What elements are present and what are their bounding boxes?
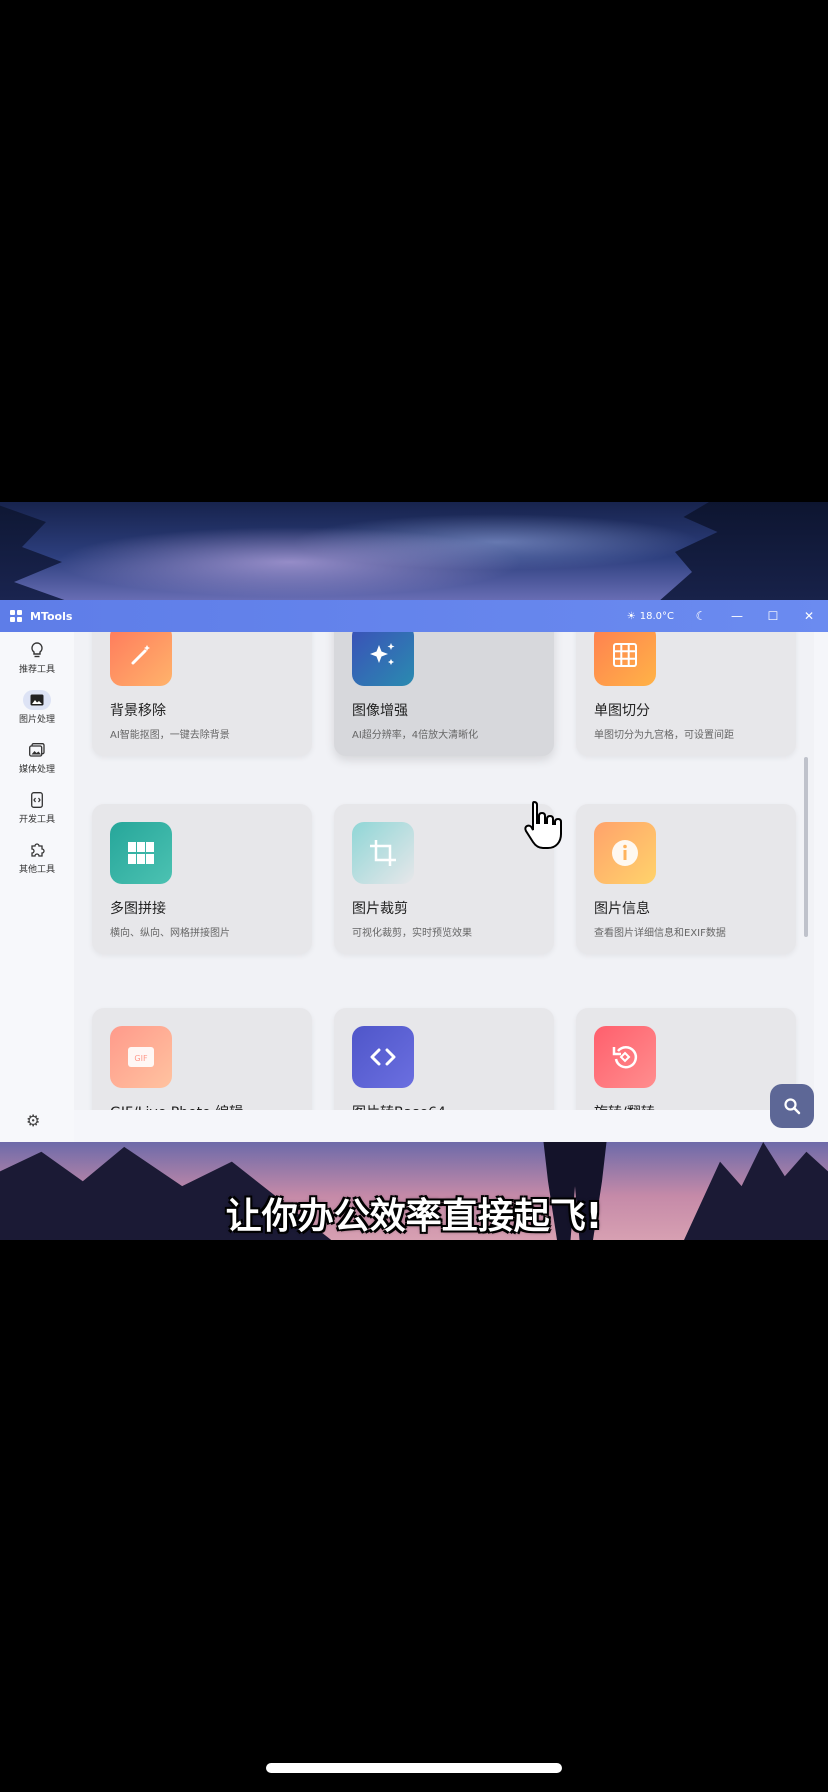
- tool-card-image-enhance[interactable]: 图像增强 AI超分辨率，4倍放大清晰化: [334, 632, 554, 756]
- app-title: MTools: [30, 609, 73, 623]
- hand-pointer-cursor-icon: [524, 800, 562, 849]
- card-title: 图片转Base64: [352, 1102, 446, 1110]
- card-description: AI超分辨率，4倍放大清晰化: [352, 730, 479, 741]
- code-device-icon: [23, 790, 51, 810]
- sidebar-item-label: 媒体处理: [18, 764, 55, 775]
- minimize-button[interactable]: —: [728, 609, 746, 623]
- title-bar: MTools ☀ 18.0°C ☾ — ☐ ✕: [0, 600, 828, 632]
- weather-temperature: 18.0°C: [639, 610, 674, 622]
- tool-card-rotate-flip[interactable]: 旋转/翻转: [576, 1008, 796, 1110]
- tree-silhouette-right: [658, 502, 828, 602]
- sidebar-item-label: 推荐工具: [18, 664, 55, 675]
- crop-icon: [352, 822, 414, 884]
- magic-wand-icon: [110, 632, 172, 686]
- sidebar-item-image[interactable]: 图片处理: [0, 682, 74, 732]
- weather-widget[interactable]: ☀ 18.0°C: [627, 611, 674, 622]
- video-frame: MTools ☀ 18.0°C ☾ — ☐ ✕ 推荐工具 图片处理 媒体处理 开…: [0, 502, 828, 1240]
- svg-text:GIF: GIF: [134, 1054, 148, 1063]
- info-icon: [594, 822, 656, 884]
- app-window: MTools ☀ 18.0°C ☾ — ☐ ✕ 推荐工具 图片处理 媒体处理 开…: [0, 600, 828, 1142]
- tool-card-gif-live-photo[interactable]: GIF GIF/Live Photo 编辑: [92, 1008, 312, 1110]
- theme-toggle-moon-icon[interactable]: ☾: [692, 609, 710, 623]
- tool-card-background-removal[interactable]: 背景移除 AI智能抠图，一键去除背景: [92, 632, 312, 756]
- maximize-button[interactable]: ☐: [764, 609, 782, 623]
- sparkles-icon: [352, 632, 414, 686]
- card-description: 可视化裁剪，实时预览效果: [352, 928, 472, 939]
- card-title: GIF/Live Photo 编辑: [110, 1102, 243, 1110]
- card-description: AI智能抠图，一键去除背景: [110, 730, 230, 741]
- card-description: 查看图片详细信息和EXIF数据: [594, 928, 726, 939]
- search-icon: [784, 1098, 801, 1115]
- tool-card-base64[interactable]: 图片转Base64: [334, 1008, 554, 1110]
- app-logo-icon: [10, 610, 22, 622]
- card-title: 图片信息: [594, 901, 650, 917]
- sun-icon: ☀: [626, 610, 636, 622]
- card-description: 横向、纵向、网格拼接图片: [110, 928, 230, 939]
- close-button[interactable]: ✕: [800, 609, 818, 623]
- card-title: 背景移除: [110, 703, 166, 719]
- image-icon: [23, 689, 51, 710]
- settings-gear-icon[interactable]: ⚙: [26, 1111, 40, 1130]
- tool-card-image-info[interactable]: 图片信息 查看图片详细信息和EXIF数据: [576, 804, 796, 954]
- scrollbar[interactable]: [804, 757, 808, 937]
- home-indicator[interactable]: [266, 1763, 562, 1773]
- video-subtitle: 让你办公效率直接起飞!: [225, 1196, 603, 1237]
- lightbulb-icon: [23, 640, 51, 660]
- card-title: 多图拼接: [110, 901, 166, 917]
- tool-card-multi-stitch[interactable]: 多图拼接 横向、纵向、网格拼接图片: [92, 804, 312, 954]
- sidebar-item-label: 图片处理: [18, 714, 55, 725]
- sidebar-item-label: 开发工具: [18, 814, 55, 825]
- sidebar: 推荐工具 图片处理 媒体处理 开发工具 其他工具 ⚙: [0, 632, 74, 1142]
- card-title: 图像增强: [352, 703, 408, 719]
- sidebar-item-dev[interactable]: 开发工具: [0, 782, 74, 832]
- sidebar-item-label: 其他工具: [18, 864, 55, 875]
- gallery-icon: [23, 740, 51, 760]
- card-title: 旋转/翻转: [594, 1102, 655, 1110]
- tool-card-single-split[interactable]: 单图切分 单图切分为九宫格，可设置间距: [576, 632, 796, 756]
- tiles-icon: [110, 822, 172, 884]
- card-description: 单图切分为九宫格，可设置间距: [594, 730, 734, 741]
- puzzle-icon: [23, 840, 51, 860]
- card-title: 单图切分: [594, 703, 650, 719]
- sidebar-item-other[interactable]: 其他工具: [0, 832, 74, 882]
- rotate-icon: [594, 1026, 656, 1088]
- sidebar-item-recommended[interactable]: 推荐工具: [0, 632, 74, 682]
- search-fab-button[interactable]: [770, 1084, 814, 1128]
- sidebar-item-media[interactable]: 媒体处理: [0, 732, 74, 782]
- card-title: 图片裁剪: [352, 901, 408, 917]
- code-brackets-icon: [352, 1026, 414, 1088]
- gif-icon: GIF: [110, 1026, 172, 1088]
- grid-icon: [594, 632, 656, 686]
- tools-grid: 背景移除 AI智能抠图，一键去除背景 图像增强 AI超分辨率，4倍放大清晰化 单…: [74, 632, 814, 1110]
